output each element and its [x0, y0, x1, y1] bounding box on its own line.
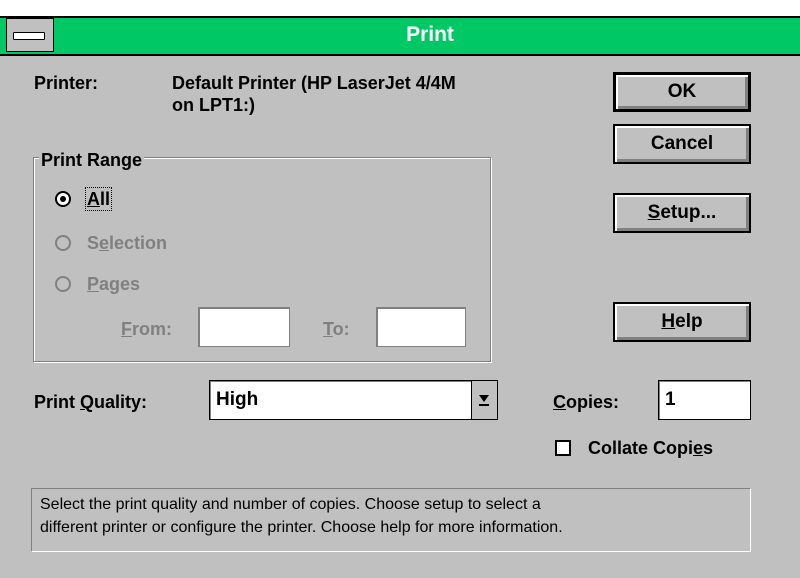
dropdown-arrow-icon[interactable]	[471, 381, 497, 419]
print-quality-value: High	[216, 389, 259, 410]
ok-button[interactable]: OK	[613, 72, 751, 112]
collate-label[interactable]: Collate Copies	[588, 437, 713, 459]
to-field[interactable]	[376, 307, 466, 347]
copies-input[interactable]: 1	[658, 380, 751, 420]
print-quality-select[interactable]: High	[209, 380, 498, 420]
print-range-title: Print Range	[39, 149, 145, 171]
printer-label: Printer:	[34, 73, 99, 93]
help-button[interactable]: Help	[613, 302, 751, 342]
copies-label: Copies:	[553, 392, 620, 412]
radio-pages-label[interactable]: Pages	[87, 273, 140, 295]
from-label: From:	[121, 319, 172, 339]
status-line-1: Select the print quality and number of c…	[40, 496, 541, 513]
radio-selection-label[interactable]: Selection	[87, 232, 167, 254]
to-label: To:	[323, 319, 350, 339]
status-help-text: Select the print quality and number of c…	[31, 488, 751, 552]
status-line-2: different printer or configure the print…	[40, 519, 563, 536]
from-field[interactable]	[198, 307, 290, 347]
collate-checkbox[interactable]	[555, 440, 571, 456]
cancel-button[interactable]: Cancel	[613, 124, 751, 164]
printer-name-line1: Default Printer (HP LaserJet 4/4M	[172, 73, 456, 93]
radio-selection[interactable]	[55, 235, 71, 251]
radio-all[interactable]	[55, 191, 71, 207]
radio-pages[interactable]	[55, 276, 71, 292]
radio-all-label[interactable]: All	[84, 187, 113, 211]
printer-name-line2: on LPT1:)	[172, 95, 255, 115]
setup-button[interactable]: Setup...	[613, 193, 751, 233]
window-title: Print	[406, 23, 454, 46]
print-quality-label: Print Quality:	[34, 392, 148, 412]
